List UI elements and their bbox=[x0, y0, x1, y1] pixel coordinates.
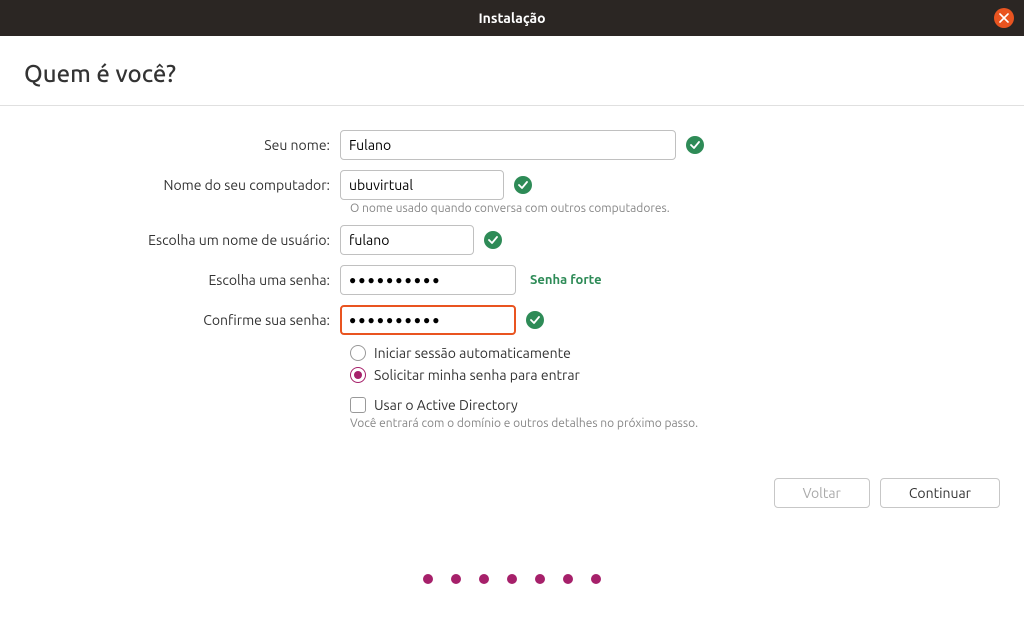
computer-hint: O nome usado quando conversa com outros … bbox=[350, 202, 1000, 215]
page-title: Quem é você? bbox=[24, 60, 1000, 87]
label-password: Escolha uma senha: bbox=[24, 272, 340, 288]
dot bbox=[563, 574, 573, 584]
dot bbox=[423, 574, 433, 584]
window-title: Instalação bbox=[478, 10, 545, 26]
radio-icon-selected bbox=[350, 367, 366, 383]
divider bbox=[0, 105, 1024, 106]
radio-icon bbox=[350, 345, 366, 361]
progress-dots bbox=[423, 574, 601, 584]
radio-auto-login[interactable]: Iniciar sessão automaticamente bbox=[350, 345, 1000, 361]
dot bbox=[451, 574, 461, 584]
ad-hint: Você entrará com o domínio e outros deta… bbox=[350, 417, 1000, 430]
username-input[interactable] bbox=[340, 225, 474, 255]
button-bar: Voltar Continuar bbox=[774, 478, 1000, 508]
label-username: Escolha um nome de usuário: bbox=[24, 232, 340, 248]
dot bbox=[507, 574, 517, 584]
radio-auto-label: Iniciar sessão automaticamente bbox=[374, 345, 571, 361]
row-password: Escolha uma senha: Senha forte bbox=[24, 265, 1000, 295]
label-computer: Nome do seu computador: bbox=[24, 177, 340, 193]
password-input[interactable] bbox=[340, 265, 516, 295]
close-icon bbox=[999, 13, 1009, 23]
check-icon bbox=[484, 231, 502, 249]
name-input[interactable] bbox=[340, 130, 676, 160]
close-button[interactable] bbox=[994, 8, 1014, 28]
label-confirm: Confirme sua senha: bbox=[24, 312, 340, 328]
checkbox-icon bbox=[350, 397, 366, 413]
radio-require-password[interactable]: Solicitar minha senha para entrar bbox=[350, 367, 1000, 383]
row-username: Escolha um nome de usuário: bbox=[24, 225, 1000, 255]
back-button[interactable]: Voltar bbox=[774, 478, 870, 508]
continue-button[interactable]: Continuar bbox=[880, 478, 1000, 508]
check-icon bbox=[686, 136, 704, 154]
login-options: Iniciar sessão automaticamente Solicitar… bbox=[350, 345, 1000, 383]
password-strength: Senha forte bbox=[530, 273, 602, 287]
radio-password-label: Solicitar minha senha para entrar bbox=[374, 367, 580, 383]
label-name: Seu nome: bbox=[24, 137, 340, 153]
checkbox-ad-label: Usar o Active Directory bbox=[374, 397, 518, 413]
computer-input[interactable] bbox=[340, 170, 504, 200]
row-name: Seu nome: bbox=[24, 130, 1000, 160]
check-icon bbox=[526, 311, 544, 329]
content-area: Quem é você? Seu nome: Nome do seu compu… bbox=[0, 36, 1024, 430]
check-icon bbox=[514, 176, 532, 194]
checkbox-active-directory[interactable]: Usar o Active Directory bbox=[350, 397, 1000, 413]
confirm-password-input[interactable] bbox=[340, 305, 516, 335]
row-computer: Nome do seu computador: bbox=[24, 170, 1000, 200]
row-confirm: Confirme sua senha: bbox=[24, 305, 1000, 335]
dot bbox=[591, 574, 601, 584]
dot bbox=[535, 574, 545, 584]
titlebar: Instalação bbox=[0, 0, 1024, 36]
dot bbox=[479, 574, 489, 584]
